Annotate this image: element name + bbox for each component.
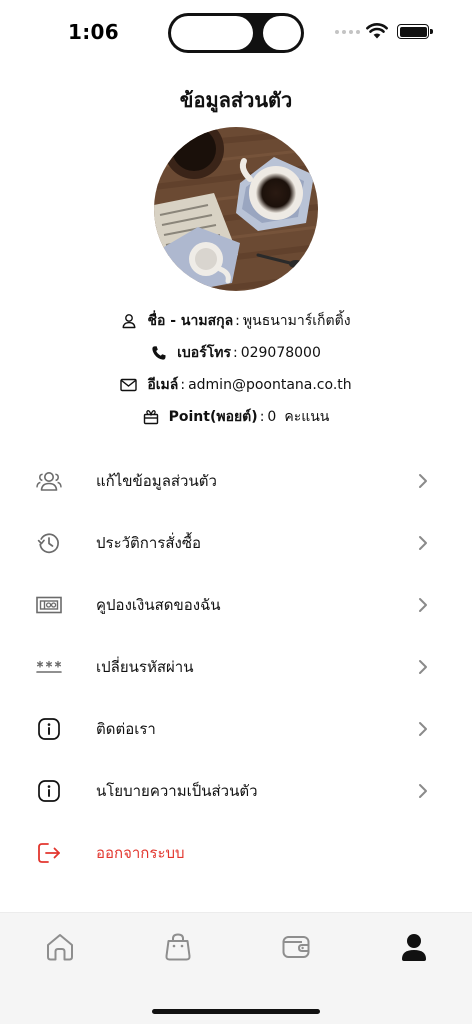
menu-item-label: คูปองเงินสดของฉัน xyxy=(96,596,221,614)
menu-item-label: นโยบายความเป็นส่วนตัว xyxy=(96,782,258,800)
tab-profile[interactable] xyxy=(394,927,434,967)
page-title: ข้อมูลส่วนตัว xyxy=(179,88,293,112)
menu-item-edit-profile[interactable]: แก้ไขข้อมูลส่วนตัว xyxy=(0,450,472,512)
chevron-right-icon xyxy=(419,660,427,674)
info-icon xyxy=(35,777,63,805)
name-value: พูนธนามาร์เก็ตติ้ง xyxy=(242,313,351,329)
tab-shop[interactable] xyxy=(158,927,198,967)
point-label: Point(พอยต์) xyxy=(168,409,258,425)
battery-icon xyxy=(397,24,433,39)
menu-item-label: ออกจากระบบ xyxy=(96,844,185,862)
bottom-tab-bar xyxy=(0,912,472,1024)
menu-item-order-history[interactable]: ประวัติการสั่งซื้อ xyxy=(0,512,472,574)
chevron-right-icon xyxy=(419,784,427,798)
wallet-icon xyxy=(282,936,310,958)
profile-phone-row: เบอร์โทร : 029078000 xyxy=(0,342,472,364)
profile-email-row: อีเมล์ : admin@poontana.co.th xyxy=(0,374,472,396)
email-label: อีเมล์ xyxy=(147,377,179,393)
users-icon xyxy=(35,467,63,495)
history-icon xyxy=(35,529,63,557)
menu-item-logout[interactable]: ออกจากระบบ xyxy=(0,822,472,884)
phone-icon xyxy=(152,346,166,360)
chevron-right-icon xyxy=(419,722,427,736)
tab-home[interactable] xyxy=(40,927,80,967)
tab-wallet[interactable] xyxy=(276,927,316,967)
menu-item-label: เปลี่ยนรหัสผ่าน xyxy=(96,658,194,676)
shopping-bag-icon xyxy=(165,933,191,961)
wifi-icon xyxy=(366,23,388,39)
chevron-right-icon xyxy=(419,536,427,550)
coupon-icon xyxy=(35,591,63,619)
chevron-right-icon xyxy=(419,474,427,488)
status-bar: 1:06 xyxy=(0,0,472,62)
chevron-right-icon xyxy=(419,598,427,612)
phone-value: 029078000 xyxy=(240,345,321,361)
cellular-signal-icon xyxy=(335,30,360,34)
password-icon xyxy=(35,653,63,681)
menu-item-my-coupons[interactable]: คูปองเงินสดของฉัน xyxy=(0,574,472,636)
menu-item-label: ติดต่อเรา xyxy=(96,720,156,738)
menu-item-contact-us[interactable]: ติดต่อเรา xyxy=(0,698,472,760)
profile-point-row: Point(พอยต์) : 0 คะแนน xyxy=(0,406,472,428)
logout-icon xyxy=(35,839,63,867)
menu-item-label: ประวัติการสั่งซื้อ xyxy=(96,534,202,552)
info-icon xyxy=(35,715,63,743)
phone-label: เบอร์โทร xyxy=(177,345,231,361)
home-icon xyxy=(47,934,73,961)
point-unit: คะแนน xyxy=(284,409,330,425)
home-indicator xyxy=(152,1009,320,1014)
mail-icon xyxy=(120,378,138,392)
profile-name-row: ชื่อ - นามสกุล : พูนธนามาร์เก็ตติ้ง xyxy=(0,310,472,332)
user-outline-icon xyxy=(122,314,136,329)
avatar[interactable] xyxy=(154,127,318,291)
menu-item-label: แก้ไขข้อมูลส่วนตัว xyxy=(96,472,217,490)
point-value: 0 xyxy=(267,409,277,425)
name-label: ชื่อ - นามสกุล xyxy=(147,313,234,329)
email-value: admin@poontana.co.th xyxy=(188,377,352,393)
dynamic-island xyxy=(168,13,304,53)
gift-icon xyxy=(143,410,158,425)
menu-item-privacy-policy[interactable]: นโยบายความเป็นส่วนตัว xyxy=(0,760,472,822)
menu-item-change-password[interactable]: เปลี่ยนรหัสผ่าน xyxy=(0,636,472,698)
status-time: 1:06 xyxy=(68,20,119,44)
user-icon xyxy=(402,934,426,961)
coffee-photo-icon xyxy=(154,127,318,291)
